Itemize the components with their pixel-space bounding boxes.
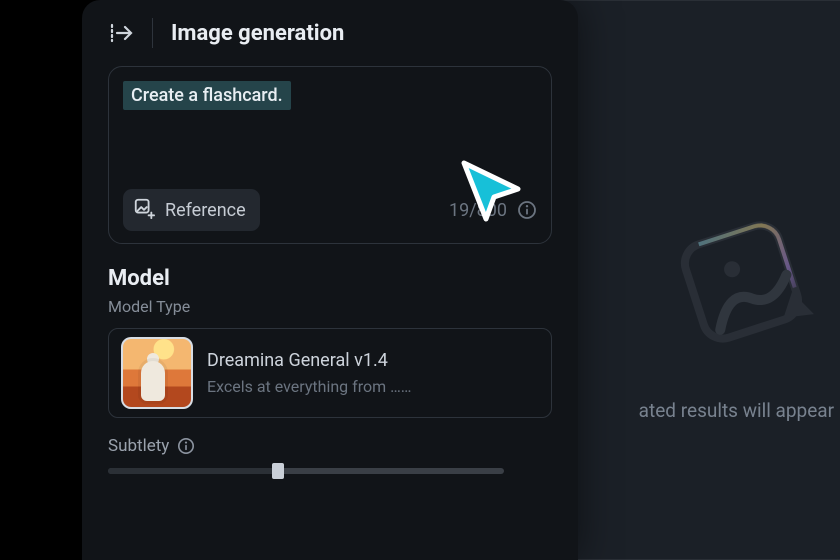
collapse-icon[interactable] [108, 20, 134, 46]
prompt-card[interactable]: Create a flashcard. [108, 66, 552, 244]
char-counter-wrap: 19/800 [449, 200, 537, 221]
divider [152, 18, 153, 48]
panel-title: Image generation [171, 21, 344, 46]
generation-panel: Image generation Create a flashcard. [82, 0, 578, 560]
info-icon[interactable] [177, 437, 195, 455]
placeholder-image-icon [669, 209, 829, 369]
model-section-title: Model [108, 266, 552, 291]
prompt-input-selection[interactable]: Create a flashcard. [123, 81, 291, 110]
reference-button[interactable]: Reference [123, 189, 260, 231]
info-icon[interactable] [517, 200, 537, 220]
reference-icon [133, 197, 155, 223]
prompt-text: Create a flashcard. [131, 85, 283, 106]
model-name: Dreamina General v1.4 [207, 350, 412, 371]
model-selector[interactable]: Dreamina General v1.4 Excels at everythi… [108, 328, 552, 418]
slider-thumb[interactable] [272, 463, 284, 479]
panel-header: Image generation [108, 18, 552, 66]
model-texts: Dreamina General v1.4 Excels at everythi… [207, 350, 412, 396]
app-stage: ated results will appear he Image genera… [0, 0, 840, 560]
model-thumbnail [121, 337, 193, 409]
subtlety-slider[interactable] [108, 468, 504, 474]
model-type-label: Model Type [108, 297, 552, 316]
slider-fill [108, 468, 278, 474]
reference-label: Reference [165, 200, 246, 221]
subtlety-row: Subtlety [108, 436, 552, 456]
char-counter: 19/800 [449, 200, 507, 221]
model-description: Excels at everything from …… [207, 377, 412, 396]
prompt-footer: Reference 19/800 [123, 189, 537, 231]
subtlety-label: Subtlety [108, 436, 169, 456]
